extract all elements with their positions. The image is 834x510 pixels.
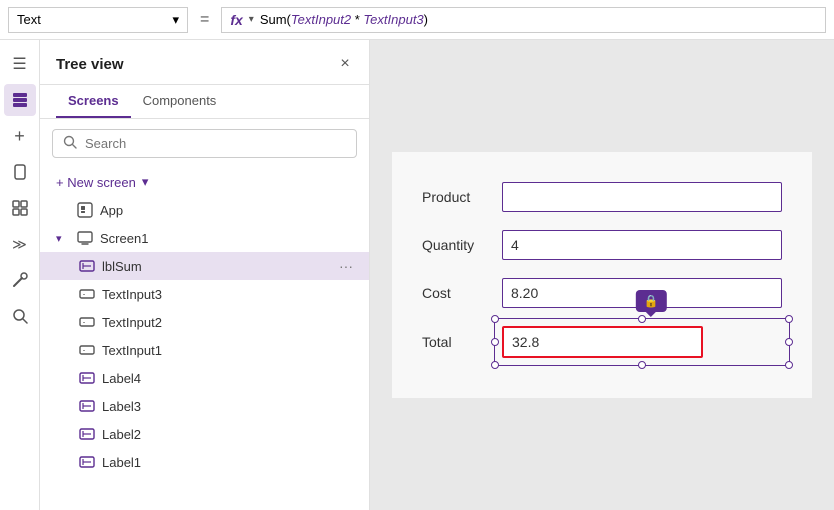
label-total: Total <box>422 334 502 350</box>
tree-item-label1-label: Label1 <box>102 455 353 470</box>
close-button[interactable]: × <box>333 52 357 76</box>
tree-title: Tree view <box>56 56 124 73</box>
tree-item-textinput3[interactable]: TextInput3 <box>40 280 369 308</box>
tree-item-textinput3-label: TextInput3 <box>102 287 353 302</box>
tree-item-label4-label: Label4 <box>102 371 353 386</box>
form-row-cost: Cost <box>422 278 782 308</box>
tree-item-label3-label: Label3 <box>102 399 353 414</box>
grid-icon-btn[interactable] <box>4 192 36 224</box>
tree-item-screen1-label: Screen1 <box>100 231 353 246</box>
total-input-wrapper: 🔒 <box>502 326 782 358</box>
equals-sign: = <box>196 11 213 29</box>
wrench-icon-btn[interactable] <box>4 264 36 296</box>
property-dropdown[interactable]: Text ▾ <box>8 7 188 33</box>
tab-screens[interactable]: Screens <box>56 85 131 118</box>
new-screen-chevron: ▾ <box>142 174 149 190</box>
search-sidebar-icon-btn[interactable] <box>4 300 36 332</box>
handle-mr[interactable] <box>785 338 793 346</box>
input-quantity[interactable] <box>502 230 782 260</box>
formula-chevron: ▾ <box>249 14 254 25</box>
tree-item-lblsum[interactable]: lblSum ··· <box>40 252 369 280</box>
form-row-product: Product <box>422 182 782 212</box>
screen-icon <box>76 229 94 247</box>
handle-tm[interactable] <box>638 315 646 323</box>
icon-sidebar: ☰ + ≫ <box>0 40 40 510</box>
property-chevron: ▾ <box>172 12 179 28</box>
handle-br[interactable] <box>785 361 793 369</box>
tree-item-label1[interactable]: Label1 <box>40 448 369 476</box>
top-bar: Text ▾ = fx ▾ Sum(TextInput2 * TextInput… <box>0 0 834 40</box>
label-product: Product <box>422 189 502 205</box>
more-button-lblsum[interactable]: ··· <box>339 258 353 274</box>
search-icon <box>63 135 77 152</box>
tree-item-textinput2[interactable]: TextInput2 <box>40 308 369 336</box>
label-icon-lblsum <box>78 257 96 275</box>
formula-suffix: ) <box>424 12 428 27</box>
layers-icon-btn[interactable] <box>4 84 36 116</box>
search-input[interactable] <box>85 136 346 151</box>
fx-icon: fx <box>230 12 242 28</box>
tree-item-label4[interactable]: Label4 <box>40 364 369 392</box>
tree-items: App ▾ Screen1 lblSum ··· <box>40 196 369 510</box>
tab-components[interactable]: Components <box>131 85 229 118</box>
canvas-content: Product Quantity Cost Total <box>392 152 812 398</box>
tree-item-label2-label: Label2 <box>102 427 353 442</box>
handle-tl[interactable] <box>491 315 499 323</box>
app-icon <box>76 201 94 219</box>
formula-arg2: TextInput3 <box>363 12 423 27</box>
tree-item-textinput2-label: TextInput2 <box>102 315 353 330</box>
input-product[interactable] <box>502 182 782 212</box>
tree-item-lblsum-label: lblSum <box>102 259 333 274</box>
form-row-quantity: Quantity <box>422 230 782 260</box>
canvas-area: Product Quantity Cost Total <box>370 40 834 510</box>
formula-text: Sum(TextInput2 * TextInput3) <box>260 12 428 27</box>
phone-icon-btn[interactable] <box>4 156 36 188</box>
main-layout: ☰ + ≫ Tree view × Screens <box>0 40 834 510</box>
input-icon-textinput3 <box>78 285 96 303</box>
label-cost: Cost <box>422 285 502 301</box>
code-icon-btn[interactable]: ≫ <box>4 228 36 260</box>
label-quantity: Quantity <box>422 237 502 253</box>
formula-bar[interactable]: fx ▾ Sum(TextInput2 * TextInput3) <box>221 7 826 33</box>
tree-panel: Tree view × Screens Components + New scr… <box>40 40 370 510</box>
tree-item-app[interactable]: App <box>40 196 369 224</box>
input-icon-textinput2 <box>78 313 96 331</box>
search-box[interactable] <box>52 129 357 158</box>
new-screen-button[interactable]: + New screen ▾ <box>40 168 369 196</box>
property-value: Text <box>17 12 41 27</box>
input-icon-textinput1 <box>78 341 96 359</box>
handle-bm[interactable] <box>638 361 646 369</box>
handle-bl[interactable] <box>491 361 499 369</box>
label-icon-label3 <box>78 397 96 415</box>
tree-item-textinput1[interactable]: TextInput1 <box>40 336 369 364</box>
handle-tr[interactable] <box>785 315 793 323</box>
formula-arg1: TextInput2 <box>291 12 351 27</box>
label-icon-label1 <box>78 453 96 471</box>
tabs-row: Screens Components <box>40 85 369 119</box>
tree-item-app-label: App <box>100 203 353 218</box>
form-row-total: Total 🔒 <box>422 326 782 358</box>
label-icon-label4 <box>78 369 96 387</box>
hamburger-icon-btn[interactable]: ☰ <box>4 48 36 80</box>
formula-sum-prefix: Sum( <box>260 12 291 27</box>
tooltip-lock-icon: 🔒 <box>644 294 659 308</box>
new-screen-label: + New screen <box>56 175 136 190</box>
label-icon-label2 <box>78 425 96 443</box>
expand-arrow-screen1: ▾ <box>56 232 70 245</box>
tree-item-textinput1-label: TextInput1 <box>102 343 353 358</box>
plus-icon-btn[interactable]: + <box>4 120 36 152</box>
formula-operator: * <box>351 12 363 27</box>
tree-header: Tree view × <box>40 40 369 85</box>
tree-item-screen1[interactable]: ▾ Screen1 <box>40 224 369 252</box>
input-total[interactable] <box>502 326 703 358</box>
formula-tooltip: 🔒 <box>636 290 667 312</box>
tree-item-label3[interactable]: Label3 <box>40 392 369 420</box>
tree-item-label2[interactable]: Label2 <box>40 420 369 448</box>
